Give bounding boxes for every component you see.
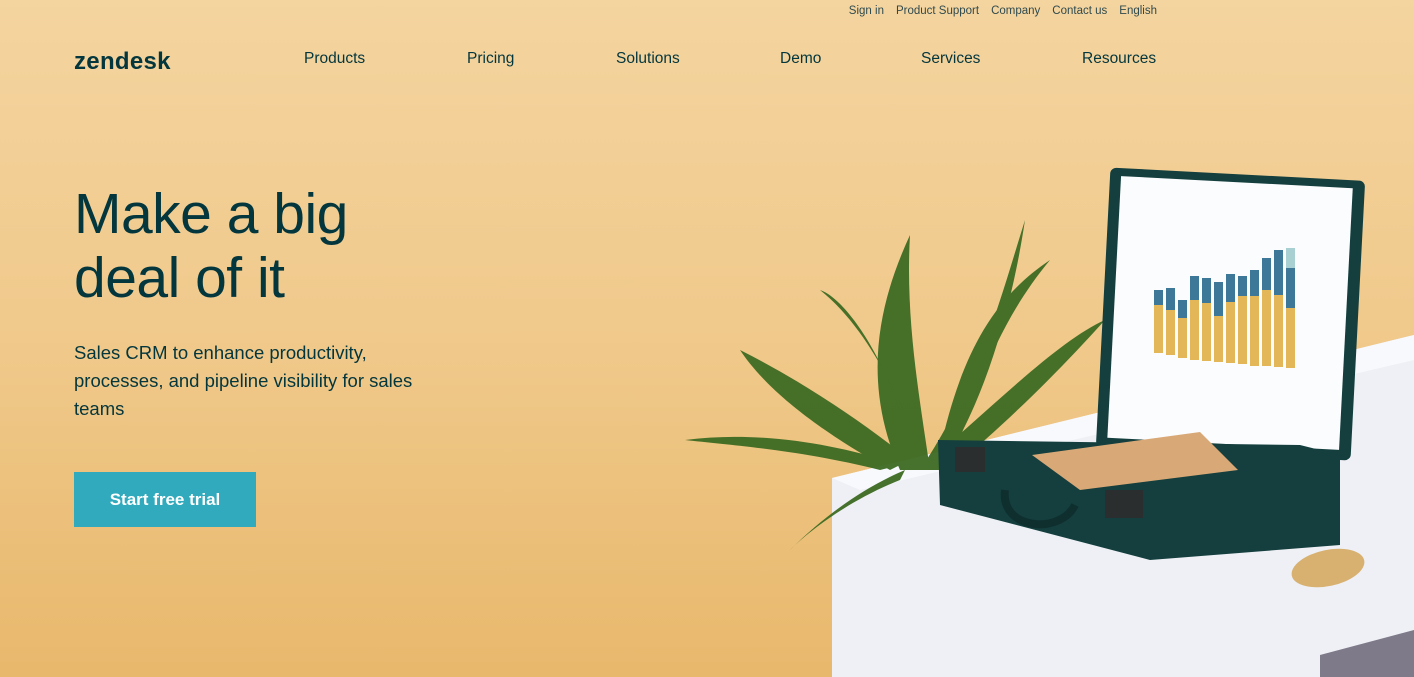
nav-pricing[interactable]: Pricing — [467, 50, 514, 68]
nav-resources[interactable]: Resources — [1082, 50, 1156, 68]
sign-in-link[interactable]: Sign in — [849, 5, 884, 17]
headline-line-1: Make a big — [74, 182, 348, 246]
nav-demo[interactable]: Demo — [780, 50, 821, 68]
start-free-trial-button[interactable]: Start free trial — [74, 472, 256, 527]
hero-subtitle: Sales CRM to enhance productivity, proce… — [74, 342, 413, 419]
company-link[interactable]: Company — [991, 5, 1040, 17]
nav-products[interactable]: Products — [304, 50, 365, 68]
headline-line-2: deal of it — [74, 246, 285, 310]
product-support-link[interactable]: Product Support — [896, 5, 979, 17]
contact-us-link[interactable]: Contact us — [1052, 5, 1107, 17]
language-selector[interactable]: English — [1119, 5, 1157, 17]
nav-solutions[interactable]: Solutions — [616, 50, 680, 68]
zendesk-logo[interactable]: zendesk — [74, 48, 171, 76]
hero-headline: Make a big deal of it — [74, 182, 348, 310]
utility-nav: Sign in Product Support Company Contact … — [849, 5, 1157, 17]
nav-services[interactable]: Services — [921, 50, 980, 68]
